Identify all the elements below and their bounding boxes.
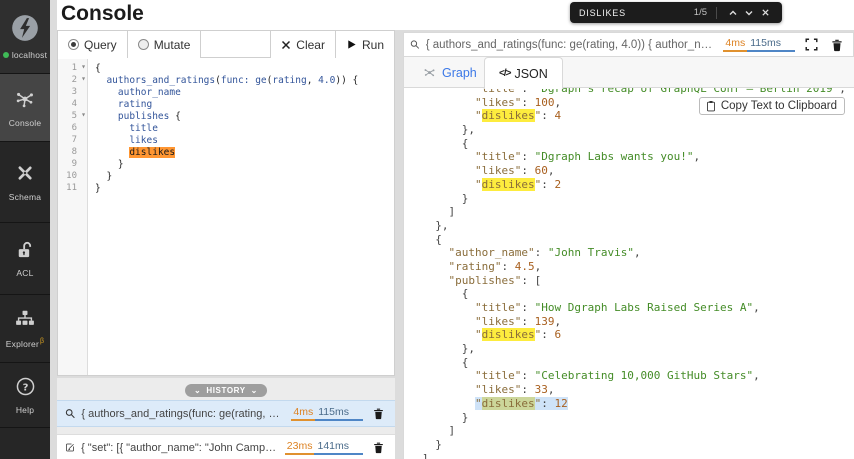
sidebar-item-help[interactable]: ? Help — [0, 363, 50, 428]
clear-x-icon — [282, 40, 291, 49]
sidebar-item-label: Help — [15, 404, 35, 415]
code-icon: </> — [499, 68, 512, 79]
run-button[interactable]: Run — [334, 31, 394, 58]
run-label: Run — [361, 37, 384, 52]
server-latency: 4ms — [723, 37, 748, 52]
sidebar-item-host[interactable]: localhost — [0, 0, 50, 74]
dgraph-logo-icon — [11, 14, 39, 47]
json-result-view[interactable]: "title": "Dgraph's recap of GraphQL Conf… — [403, 88, 854, 459]
query-editor[interactable]: 1 ▾ 2 ▾ 3 4 5 ▾ 6 7 8 9 10 11 { authors_and_ratings(f… — [58, 59, 394, 375]
beta-badge: β — [40, 338, 45, 346]
history-toggle[interactable]: ⌄ HISTORY ⌄ — [185, 384, 267, 397]
network-latency: 115ms — [315, 406, 363, 421]
ratel-console-screen: localhost Console Schema ACL Explorerβ ?… — [0, 0, 854, 459]
schema-icon — [14, 162, 36, 189]
explorer-icon — [14, 308, 36, 335]
mutate-mode-radio[interactable]: Mutate — [127, 31, 202, 58]
graph-icon — [424, 69, 435, 77]
query-mode-radio[interactable]: Query — [58, 31, 128, 58]
tab-graph[interactable]: Graph — [414, 57, 485, 88]
history-item-text: { authors_and_ratings(func: ge(rating, 4… — [81, 407, 285, 420]
sidebar-item-label: ACL — [16, 267, 34, 278]
sidebar-item-acl[interactable]: ACL — [0, 223, 50, 295]
delete-history-item-button[interactable] — [369, 439, 387, 457]
find-match-count: 1/5 — [693, 7, 707, 18]
result-query-bar[interactable]: { authors_and_ratings(func: ge(rating, 4… — [403, 32, 854, 57]
latency-badges: 4ms 115ms — [723, 37, 795, 52]
radio-unselected-icon — [137, 39, 149, 50]
editor-code[interactable]: { authors_and_ratings(func: ge(rating, 4… — [88, 59, 358, 375]
query-toolbar: Query Mutate Clear Run — [58, 31, 394, 58]
network-latency: 115ms — [747, 37, 795, 52]
edit-icon — [66, 443, 74, 452]
history-item-query[interactable]: { authors_and_ratings(func: ge(rating, 4… — [57, 400, 395, 427]
json-result-text: "title": "Dgraph's recap of GraphQL Conf… — [422, 88, 846, 459]
chevron-down-icon: ⌄ — [194, 386, 202, 395]
trash-icon — [373, 442, 383, 454]
page-title: Console — [61, 2, 144, 25]
tab-json[interactable]: </> JSON — [484, 57, 563, 89]
help-icon: ? — [15, 376, 36, 402]
fold-arrow-icon[interactable]: ▾ — [81, 110, 86, 119]
svg-text:?: ? — [22, 382, 28, 393]
latency-badges: 4ms 115ms — [291, 406, 363, 421]
server-latency: 4ms — [291, 406, 316, 421]
chevron-down-icon: ⌄ — [250, 386, 258, 395]
latency-badges: 23ms 141ms — [284, 440, 363, 455]
copy-to-clipboard-button[interactable]: Copy Text to Clipboard — [698, 97, 845, 115]
history-item-mutation[interactable]: { "set": [{ "author_name": "John Campbel… — [57, 434, 395, 459]
sidebar-item-explorer[interactable]: Explorerβ — [0, 295, 50, 363]
fold-arrow-icon[interactable]: ▾ — [81, 74, 86, 83]
console-icon — [14, 88, 36, 115]
result-panel: { authors_and_ratings(func: ge(rating, 4… — [403, 32, 854, 459]
divider — [716, 6, 717, 19]
clear-button[interactable]: Clear — [270, 31, 335, 58]
find-next-button[interactable] — [741, 5, 757, 21]
mutate-mode-label: Mutate — [153, 37, 191, 52]
find-close-button[interactable] — [757, 5, 773, 21]
sidebar-item-label: Explorerβ — [5, 338, 45, 349]
history-item-text: { "set": [{ "author_name": "John Campbel… — [81, 441, 279, 454]
fullscreen-button[interactable] — [801, 35, 821, 55]
copy-button-label: Copy Text to Clipboard — [720, 100, 837, 112]
expand-icon — [804, 38, 818, 51]
host-status-dot — [2, 51, 9, 58]
tab-json-label: JSON — [514, 66, 548, 81]
sidebar-item-schema[interactable]: Schema — [0, 142, 50, 223]
run-play-icon — [348, 40, 356, 49]
history-panel: ⌄ HISTORY ⌄ { authors_and_ratings(func: … — [57, 378, 395, 459]
fold-arrow-icon[interactable]: ▾ — [81, 62, 86, 71]
history-label: HISTORY — [206, 386, 246, 395]
clear-label: Clear — [296, 37, 325, 52]
acl-lock-icon — [15, 240, 35, 265]
trash-icon — [373, 408, 383, 420]
result-tabs: Graph </> JSON — [403, 57, 854, 89]
host-label: localhost — [11, 49, 48, 60]
radio-selected-icon — [68, 39, 79, 50]
sidebar-item-label: Schema — [8, 192, 42, 202]
search-icon — [410, 40, 420, 49]
query-mode-label: Query — [84, 37, 117, 52]
tab-graph-label: Graph — [442, 65, 477, 80]
find-in-page-bar[interactable]: DISLIKES 1/5 — [570, 2, 782, 23]
sidebar-item-label: Console — [8, 117, 42, 128]
find-query-text: DISLIKES — [579, 7, 626, 18]
sidebar-item-console[interactable]: Console — [0, 74, 50, 142]
delete-history-item-button[interactable] — [369, 405, 387, 423]
editor-gutter: 1 ▾ 2 ▾ 3 4 5 ▾ 6 7 8 9 10 11 — [58, 59, 88, 375]
search-icon — [65, 409, 75, 419]
result-query-summary: { authors_and_ratings(func: ge(rating, 4… — [425, 38, 718, 51]
server-latency: 23ms — [284, 440, 315, 455]
clipboard-icon — [706, 100, 715, 112]
network-latency: 141ms — [314, 440, 363, 455]
trash-icon — [832, 39, 842, 51]
sidebar: localhost Console Schema ACL Explorerβ ?… — [0, 0, 50, 459]
delete-result-button[interactable] — [827, 35, 847, 55]
query-panel: Query Mutate Clear Run 1 ▾ 2 ▾ 3 4 5 ▾ 6 7 8 9 10 11 … — [57, 30, 395, 376]
find-previous-button[interactable] — [725, 5, 741, 21]
